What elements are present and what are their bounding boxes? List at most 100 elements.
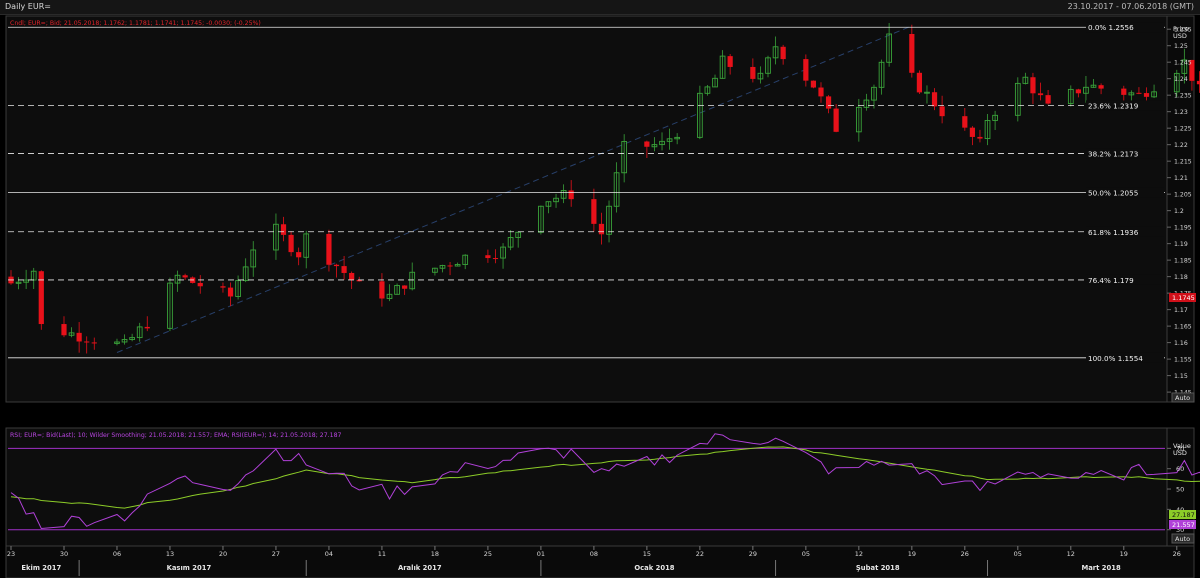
- candle-body: [341, 266, 347, 273]
- candle-body: [227, 287, 234, 297]
- price-tick-label: 1.22: [1174, 142, 1188, 149]
- candle-body: [349, 272, 355, 280]
- x-tick-label: 11: [378, 550, 386, 558]
- candle-body: [379, 281, 385, 299]
- fib-label: 0.0% 1.2556: [1088, 23, 1134, 32]
- window-title: Daily EUR=: [5, 2, 51, 11]
- fib-label: 61.8% 1.1936: [1088, 228, 1139, 237]
- rsi-tick-label: 70: [1176, 445, 1184, 453]
- month-label: Şubat 2018: [856, 564, 900, 572]
- x-tick-label: 12: [1067, 550, 1075, 558]
- candle-body: [197, 282, 203, 287]
- x-tick-label: 15: [643, 550, 651, 558]
- rsi-tick-label: 50: [1176, 486, 1184, 494]
- price-auto-label: Auto: [1175, 394, 1190, 402]
- x-tick-label: 18: [431, 550, 439, 558]
- rsi-auto-button[interactable]: Auto: [1171, 533, 1195, 544]
- price-legend: Cndl; EUR=; Bid; 21.05.2018; 1.1762; 1.1…: [10, 20, 261, 27]
- candle-body: [91, 342, 97, 344]
- candle-body: [568, 190, 574, 200]
- x-tick-label: 04: [325, 550, 333, 558]
- x-tick-label: 19: [908, 550, 916, 558]
- price-auto-button[interactable]: Auto: [1171, 392, 1195, 403]
- x-tick-label: 19: [1120, 550, 1128, 558]
- price-tick-label: 1.235: [1174, 93, 1192, 100]
- candle-body: [916, 72, 922, 93]
- candle-body: [1037, 93, 1044, 96]
- candle-body: [939, 106, 945, 117]
- candle-body: [492, 258, 499, 260]
- x-tick-label: 27: [272, 550, 280, 558]
- candle-body: [780, 46, 786, 60]
- price-tick-label: 1.17: [1174, 307, 1188, 314]
- x-tick-label: 08: [590, 550, 598, 558]
- candle-body: [803, 59, 809, 81]
- price-tick-label: 1.245: [1174, 60, 1192, 67]
- candle-body: [1143, 93, 1150, 97]
- month-label: Mart 2018: [1081, 564, 1121, 572]
- candle-body: [296, 252, 302, 258]
- x-tick-label: 23: [7, 550, 15, 558]
- rsi-panel-frame: [5, 427, 1168, 559]
- x-tick-label: 26: [961, 550, 969, 558]
- candle-body: [833, 108, 839, 132]
- month-label: Kasım 2017: [167, 564, 212, 572]
- price-tick-label: 1.225: [1174, 126, 1192, 133]
- fib-label: 38.2% 1.2173: [1088, 150, 1138, 159]
- candle-body: [333, 264, 340, 267]
- candle-body: [1075, 89, 1081, 94]
- price-tick-label: 1.21: [1174, 175, 1188, 182]
- candle-body: [402, 285, 408, 289]
- price-tick-label: 1.15: [1174, 373, 1188, 380]
- price-tick-label: 1.23: [1174, 109, 1188, 116]
- candle-body: [38, 271, 44, 325]
- x-tick-label: 05: [1014, 550, 1022, 558]
- price-tick-label: 1.2: [1174, 208, 1184, 215]
- date-range: 23.10.2017 - 07.06.2018 (GMT): [1067, 2, 1194, 11]
- candle-body: [144, 326, 150, 329]
- candle-body: [818, 87, 824, 97]
- candle-body: [644, 141, 650, 147]
- x-tick-label: 22: [696, 550, 704, 558]
- x-tick-label: 25: [484, 550, 492, 558]
- candle-body: [969, 127, 975, 137]
- candle-body: [220, 286, 226, 288]
- month-label: Aralık 2017: [398, 564, 442, 572]
- candle-body: [1045, 95, 1051, 104]
- fib-label: 23.6% 1.2319: [1088, 101, 1139, 110]
- x-tick-label: 29: [749, 550, 757, 558]
- fib-label: 76.4% 1.179: [1088, 276, 1134, 285]
- price-tick-label: 1.16: [1174, 340, 1188, 347]
- price-tick-label: 1.25: [1174, 43, 1188, 50]
- fib-label: 100.0% 1.1554: [1088, 354, 1143, 363]
- title-bar: Daily EUR= 23.10.2017 - 07.06.2018 (GMT): [0, 0, 1200, 15]
- candle-body: [750, 66, 756, 79]
- x-tick-label: 20: [219, 550, 227, 558]
- x-tick-label: 06: [113, 550, 121, 558]
- candle-body: [1121, 88, 1127, 95]
- x-tick-label: 05: [802, 550, 810, 558]
- fib-label: 50.0% 1.2055: [1088, 189, 1138, 198]
- price-panel-frame: [5, 15, 1168, 403]
- candle-body: [977, 136, 983, 139]
- month-label: Ocak 2018: [634, 564, 674, 572]
- last-price-label: 1.1745: [1172, 294, 1195, 302]
- candle-body: [326, 233, 332, 265]
- candle-body: [280, 224, 287, 235]
- candle-body: [447, 265, 453, 267]
- candle-body: [825, 96, 832, 109]
- candle-body: [1030, 77, 1036, 94]
- x-tick-label: 12: [855, 550, 863, 558]
- price-tick-label: 1.18: [1174, 274, 1188, 281]
- x-tick-label: 26: [1173, 550, 1181, 558]
- rsi-auto-label: Auto: [1175, 535, 1190, 543]
- candle-body: [1136, 92, 1142, 94]
- price-tick-label: 1.255: [1174, 27, 1192, 34]
- candle-body: [288, 234, 294, 253]
- price-tick-label: 1.205: [1174, 192, 1192, 199]
- chart-canvas: Cndl; EUR=; Bid; 21.05.2018; 1.1762; 1.1…: [5, 15, 1200, 578]
- price-tick-label: 1.155: [1174, 357, 1192, 364]
- chart-window: Daily EUR= 23.10.2017 - 07.06.2018 (GMT)…: [0, 0, 1200, 578]
- price-tick-label: 1.215: [1174, 159, 1192, 166]
- month-label: Ekim 2017: [21, 564, 61, 572]
